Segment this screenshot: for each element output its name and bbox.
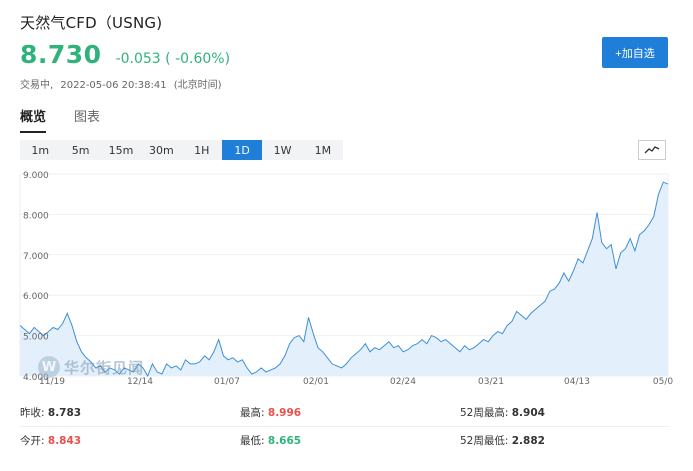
quote-stats: 昨收: 8.783 最高: 8.996 52周最高: 8.904 今开: 8.8…: [20, 398, 670, 454]
stat-label: 52周最低:: [460, 435, 509, 447]
watermark-logo-icon: W: [38, 356, 60, 378]
stat-label: 最高:: [240, 406, 265, 419]
stat-prev-close: 昨收: 8.783: [20, 405, 240, 420]
stat-label: 最低:: [240, 435, 265, 447]
x-tick-label: 12/14: [127, 377, 153, 387]
stat-low: 最低: 8.665: [240, 433, 460, 448]
x-tick-label: 04/13: [564, 377, 590, 387]
stat-value: 8.783: [47, 406, 82, 419]
period-selector: 1m 5m 15m 30m 1H 1D 1W 1M: [20, 140, 344, 160]
x-tick-label: 05/0: [653, 377, 673, 387]
period-1m[interactable]: 1m: [20, 140, 60, 160]
tab-overview[interactable]: 概览: [20, 106, 47, 133]
stat-value: 8.996: [267, 406, 302, 419]
y-tick-label: 8.000: [23, 211, 49, 221]
period-30m[interactable]: 30m: [141, 140, 181, 160]
stat-high: 最高: 8.996: [240, 405, 460, 420]
stat-value: 8.665: [267, 435, 302, 447]
stats-row: 今开: 8.843 最低: 8.665 52周最低: 2.882: [20, 426, 670, 454]
y-tick-label: 7.000: [23, 252, 49, 262]
view-tabs: 概览 图表: [20, 106, 128, 133]
chart-type-button[interactable]: [638, 140, 666, 160]
period-1d[interactable]: 1D: [221, 140, 263, 160]
instrument-title: 天然气CFD（USNG): [20, 14, 163, 32]
stat-52w-high: 52周最高: 8.904: [460, 405, 670, 420]
period-15m[interactable]: 15m: [101, 140, 141, 160]
x-tick-label: 01/07: [214, 377, 240, 387]
period-1w[interactable]: 1W: [262, 140, 302, 160]
y-tick-label: 5.000: [23, 333, 49, 343]
watermark: W 华尔街见闻: [38, 356, 144, 378]
period-5m[interactable]: 5m: [60, 140, 100, 160]
stat-label: 今开:: [20, 435, 45, 447]
tab-chart[interactable]: 图表: [74, 106, 100, 133]
stat-52w-low: 52周最低: 2.882: [460, 433, 670, 448]
price-change: -0.053 ( -0.60%): [115, 51, 231, 67]
stat-label: 昨收:: [20, 406, 45, 419]
price-row: 8.730 -0.053 ( -0.60%): [20, 40, 230, 69]
stat-value: 2.882: [511, 435, 545, 447]
y-tick-label: 6.000: [23, 292, 49, 302]
y-tick-label: 9.000: [23, 171, 49, 181]
stats-row: 昨收: 8.783 最高: 8.996 52周最高: 8.904: [20, 398, 670, 426]
trade-datetime: 2022-05-06 20:38:41: [60, 80, 167, 91]
price-area: [20, 182, 668, 376]
add-watchlist-button[interactable]: +加自选: [602, 37, 668, 68]
x-tick-label: 02/24: [390, 377, 416, 387]
x-tick-label: 03/21: [478, 377, 504, 387]
x-axis-ticks: 11/19 12/14 01/07 02/01 02/24 03/21 04/13 05/0: [39, 377, 673, 387]
trade-status: 交易中, 2022-05-06 20:38:41 (北京时间): [20, 76, 226, 91]
trade-status-label: 交易中,: [20, 80, 54, 91]
stat-value: 8.843: [47, 435, 82, 447]
stat-label: 52周最高:: [460, 406, 509, 419]
stat-value: 8.904: [511, 406, 545, 419]
line-chart-icon: [644, 146, 660, 154]
x-tick-label: 02/01: [303, 377, 329, 387]
x-tick-label: 11/19: [39, 377, 65, 387]
trade-timezone: (北京时间): [173, 80, 222, 91]
watermark-text: 华尔街见闻: [64, 358, 145, 377]
stat-open: 今开: 8.843: [20, 433, 240, 448]
period-1h[interactable]: 1H: [182, 140, 222, 160]
period-1mo[interactable]: 1M: [303, 140, 343, 160]
last-price: 8.730: [20, 40, 102, 69]
